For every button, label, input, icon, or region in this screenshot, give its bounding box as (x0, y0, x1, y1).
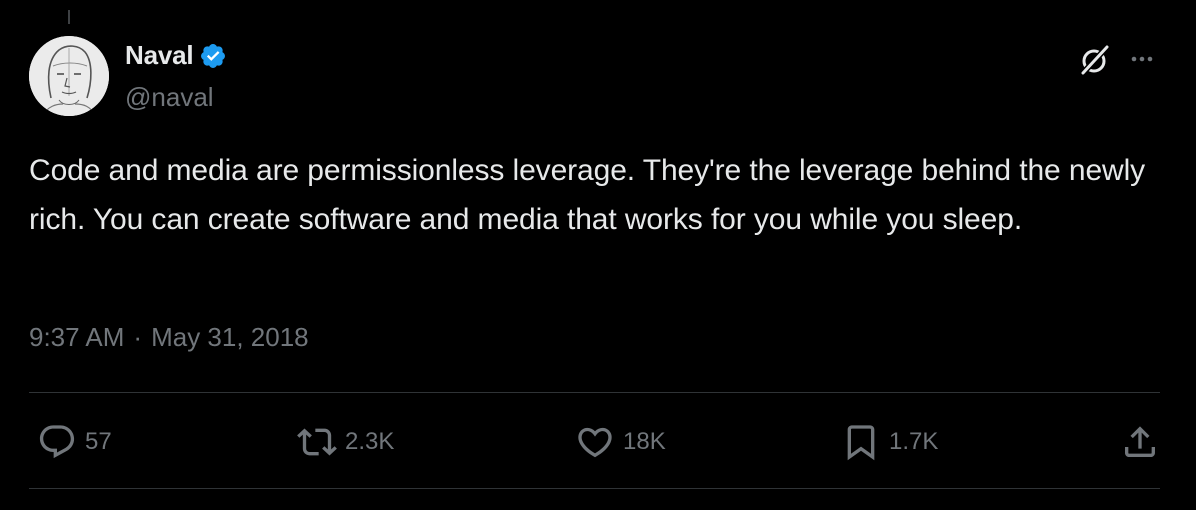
share-button[interactable] (1120, 420, 1160, 464)
verified-badge-icon[interactable] (199, 42, 227, 70)
bookmark-icon (847, 425, 875, 461)
like-count: 18K (623, 428, 666, 455)
tweet-text: Code and media are permissionless levera… (29, 154, 1146, 236)
timestamp-separator: · (133, 322, 143, 352)
avatar[interactable] (29, 36, 109, 116)
heart-icon (578, 427, 612, 458)
thread-connector-line (68, 10, 70, 24)
author-display-name[interactable]: Naval (125, 40, 194, 71)
grok-icon[interactable] (1077, 42, 1113, 78)
tweet-header: Naval @naval (29, 36, 1169, 116)
like-button[interactable]: 18K (575, 420, 666, 464)
bookmark-count: 1.7K (889, 428, 939, 455)
author-handle[interactable]: @naval (125, 82, 214, 113)
reply-count: 57 (85, 428, 112, 455)
bookmark-button[interactable]: 1.7K (841, 420, 938, 464)
author-name-row[interactable]: Naval (125, 40, 227, 71)
tweet-timestamp: 9:37 AM · May 31, 2018 (29, 322, 309, 353)
repost-count: 2.3K (345, 428, 395, 455)
divider-top (29, 392, 1160, 393)
repost-button[interactable]: 2.3K (297, 420, 394, 464)
repost-icon (297, 428, 337, 456)
avatar-sketch-image (29, 36, 109, 116)
reply-button[interactable]: 57 (37, 420, 112, 464)
share-icon (1125, 426, 1155, 457)
tweet-action-bar: 57 2.3K 18K 1.7K (29, 420, 1160, 464)
more-icon[interactable] (1125, 42, 1159, 76)
tweet-date[interactable]: May 31, 2018 (151, 322, 309, 353)
tweet-time[interactable]: 9:37 AM (29, 322, 124, 353)
divider-bottom (29, 488, 1160, 489)
reply-icon (39, 425, 75, 459)
